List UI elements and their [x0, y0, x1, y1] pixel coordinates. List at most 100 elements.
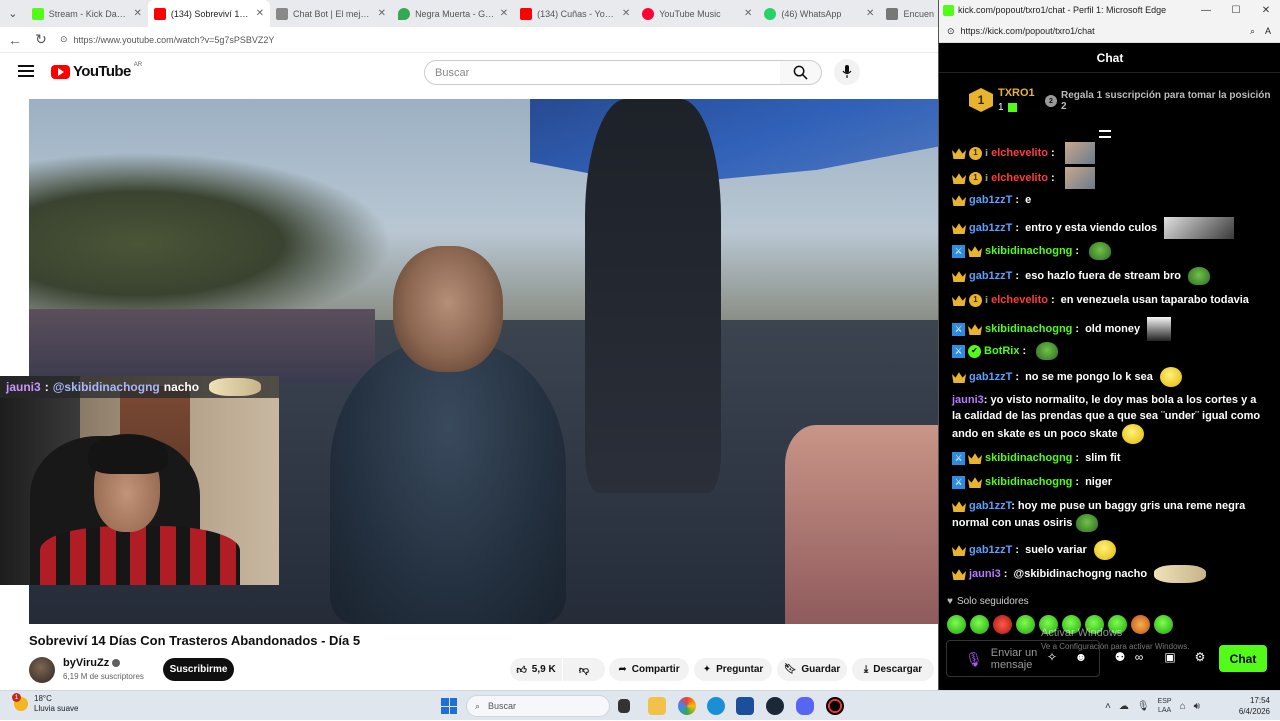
ask-button[interactable]: ✦ Preguntar	[694, 658, 772, 681]
chat-username[interactable]: skibidinachogng	[985, 321, 1072, 337]
chat-username[interactable]: gab1zzT	[969, 500, 1011, 512]
subscribe-button[interactable]: Suscribirme	[163, 658, 234, 681]
tab-youtube-video[interactable]: (134) Sobreviví 14 Días C ✕	[147, 0, 270, 27]
tab-kick-dashboard[interactable]: Stream - Kick Dashboar ✕	[26, 0, 148, 27]
emoji-icon[interactable]: ☻	[1072, 650, 1090, 664]
chat-username[interactable]: skibidinachogng	[985, 243, 1072, 259]
tab-google-maps[interactable]: Negra Muerta - Google ✕	[392, 0, 514, 27]
youtube-logo[interactable]: YouTube AR	[51, 62, 142, 80]
users-icon[interactable]: ⚉	[1111, 650, 1129, 664]
chat-username[interactable]: gab1zzT	[969, 369, 1012, 385]
tab-youtube-cunas[interactable]: (134) Cuñas - YouTube ✕	[514, 0, 636, 27]
download-button[interactable]: ⤓ Descargar	[852, 658, 934, 681]
search-input[interactable]: Buscar	[424, 60, 781, 85]
chat-username[interactable]: gab1zzT	[969, 268, 1012, 284]
chat-message[interactable]: gab1zzT: entro y esta viendo culos	[952, 217, 1264, 239]
tab-encuen[interactable]: Encuen	[880, 0, 940, 27]
chat-message[interactable]: ⚔ skibidinachogng:	[952, 242, 1264, 260]
url-field[interactable]: ⊙ https://www.youtube.com/watch?v=5g7sPS…	[60, 30, 940, 50]
close-tab-icon[interactable]: ✕	[744, 8, 752, 19]
emote-icon[interactable]	[993, 615, 1012, 634]
chat-username[interactable]: skibidinachogng	[985, 474, 1072, 490]
microphone-tray-icon[interactable]: 🎙︎	[1137, 701, 1150, 712]
copilot-icon[interactable]	[678, 697, 696, 715]
minimize-icon[interactable]: —	[1191, 0, 1221, 20]
tab-chatbot[interactable]: Chat Bot | El mejor softw ✕	[270, 0, 392, 27]
chat-message[interactable]: jauni3: @skibidinachogng nacho	[952, 565, 1264, 583]
search-button[interactable]	[780, 60, 822, 85]
emote-icon[interactable]	[1016, 615, 1035, 634]
read-aloud-icon[interactable]: A	[1265, 26, 1271, 36]
close-window-icon[interactable]: ✕	[1251, 0, 1280, 20]
steam-icon[interactable]	[766, 697, 784, 715]
reload-icon[interactable]: ↻	[34, 31, 48, 48]
tab-actions-chevron-icon[interactable]: ⌄	[0, 0, 26, 27]
site-info-icon[interactable]: ⊙	[60, 34, 68, 45]
tab-youtube-music[interactable]: YouTube Music ✕	[636, 0, 758, 27]
channel-name[interactable]: byViruZz	[63, 657, 121, 669]
kick-url[interactable]: https://kick.com/popout/txro1/chat	[961, 26, 1095, 36]
chat-message[interactable]: jauni3: yo visto normalito, le doy mas bo…	[952, 392, 1264, 444]
emote-icon[interactable]	[970, 615, 989, 634]
hamburger-menu-icon[interactable]	[18, 65, 34, 77]
chat-message[interactable]: ⚔ skibidinachogng: old money	[952, 317, 1264, 341]
chat-username[interactable]: elchevelito	[991, 292, 1048, 308]
zoom-icon[interactable]: ⌕	[1250, 26, 1255, 37]
close-tab-icon[interactable]: ✕	[866, 8, 874, 19]
gift-box-icon[interactable]: ▣	[1161, 650, 1179, 664]
emote-icon[interactable]	[1154, 615, 1173, 634]
chat-message[interactable]: 1 ⅰ elchevelito: en venezuela usan taparabo…	[952, 292, 1264, 308]
chat-username[interactable]: BotRix	[984, 343, 1019, 359]
chat-message[interactable]: ⚔ skibidinachogng: niger	[952, 474, 1264, 490]
taskbar-search-box[interactable]: ⌕ Buscar	[466, 695, 610, 717]
settings-gear-icon[interactable]: ⚙	[1191, 650, 1209, 664]
emote-icon[interactable]	[947, 615, 966, 634]
pinned-toggle-icon[interactable]	[1099, 130, 1111, 138]
store-icon[interactable]	[736, 697, 754, 715]
close-tab-icon[interactable]: ✕	[378, 8, 386, 19]
chat-message[interactable]: gab1zzT: hoy me puse un baggy gris una re…	[952, 498, 1264, 532]
network-icon[interactable]: ⌂	[1180, 701, 1186, 712]
chat-message[interactable]: gab1zzT: eso hazlo fuera de stream bro	[952, 267, 1264, 285]
system-clock[interactable]: 17:54 6/4/2026	[1226, 695, 1270, 717]
chat-message[interactable]: 1 ⅰ elchevelito:	[952, 142, 1264, 164]
send-chat-button[interactable]: Chat	[1219, 645, 1267, 672]
like-button[interactable]: 👍︎ 5,9 K	[510, 658, 562, 681]
edge-browser-icon[interactable]	[707, 697, 725, 715]
chat-username[interactable]: elchevelito	[991, 170, 1048, 186]
chat-username[interactable]: gab1zzT	[969, 192, 1012, 208]
chat-message[interactable]: gab1zzT: suelo variar	[952, 540, 1264, 560]
chat-username[interactable]: skibidinachogng	[985, 450, 1072, 466]
position-2-prompt[interactable]: Regala 1 suscripción para tomar la posic…	[1061, 90, 1271, 112]
channel-avatar[interactable]	[29, 657, 55, 683]
file-explorer-icon[interactable]	[648, 697, 666, 715]
close-tab-icon[interactable]: ✕	[256, 8, 264, 19]
chat-message[interactable]: gab1zzT: e	[952, 192, 1264, 208]
task-view-icon[interactable]	[618, 699, 630, 713]
volume-icon[interactable]: 🔊︎	[1194, 701, 1200, 712]
magic-wand-icon[interactable]: ✧	[1043, 650, 1061, 664]
chat-username[interactable]: jauni3	[969, 566, 1001, 582]
share-button[interactable]: ➦ Compartir	[609, 658, 689, 681]
back-arrow-icon[interactable]: ←	[8, 32, 22, 48]
hidden-icons-chevron-icon[interactable]: ˄	[1105, 701, 1111, 712]
leader-name[interactable]: TXRO1	[998, 87, 1035, 99]
close-tab-icon[interactable]: ✕	[500, 8, 508, 19]
emote-icon[interactable]	[1131, 615, 1150, 634]
site-info-icon[interactable]: ⊙	[947, 26, 955, 37]
maximize-icon[interactable]: ☐	[1221, 0, 1251, 20]
chat-message[interactable]: ⚔ ✔ BotRix:	[952, 342, 1264, 360]
weather-widget[interactable]: 1 18°C Lluvia suave	[12, 693, 78, 714]
voice-search-button[interactable]	[834, 59, 860, 85]
discord-icon[interactable]	[796, 697, 814, 715]
dislike-button[interactable]: 👎︎	[563, 658, 605, 681]
chat-message-list[interactable]: 1 ⅰ elchevelito:1 ⅰ elchevelito: gab1zzT: e gab…	[939, 140, 1269, 585]
chat-username[interactable]: gab1zzT	[969, 220, 1012, 236]
chat-message[interactable]: ⚔ skibidinachogng: slim fit	[952, 450, 1264, 466]
chat-message[interactable]: 1 ⅰ elchevelito:	[952, 167, 1264, 189]
chat-message[interactable]: gab1zzT: no se me pongo lo k sea	[952, 367, 1264, 387]
chat-username[interactable]: elchevelito	[991, 145, 1048, 161]
start-button[interactable]	[441, 698, 457, 714]
onedrive-icon[interactable]: ☁	[1119, 701, 1129, 712]
chat-username[interactable]: gab1zzT	[969, 542, 1012, 558]
